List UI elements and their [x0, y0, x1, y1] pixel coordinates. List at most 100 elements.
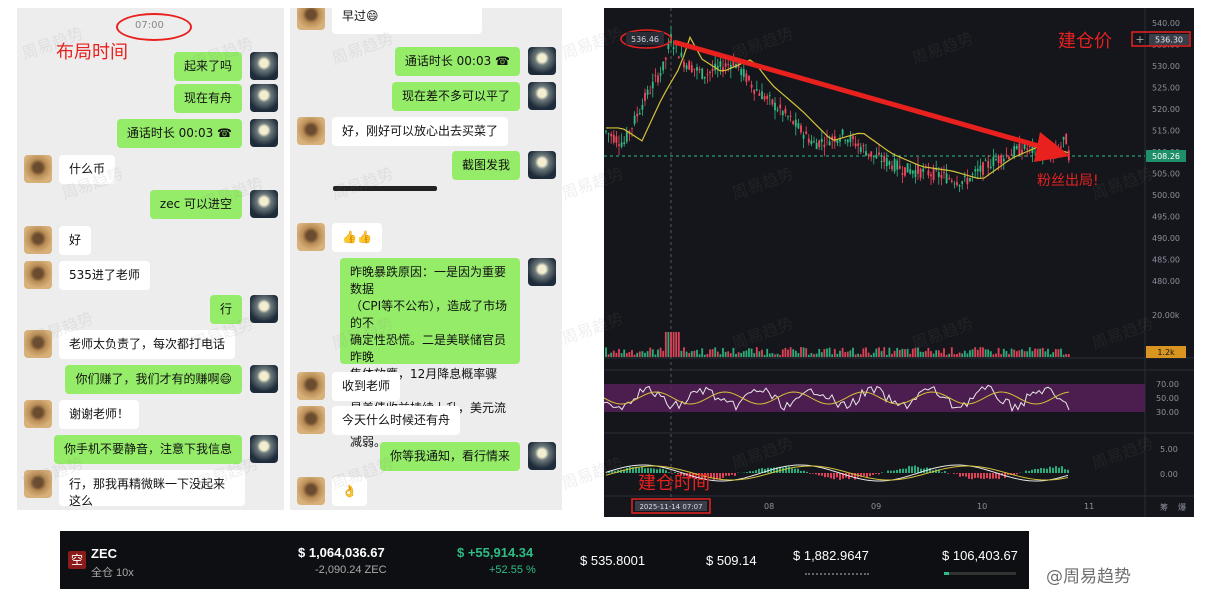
avatar[interactable]: [250, 435, 278, 463]
message-bubble[interactable]: 👍👍: [332, 223, 382, 252]
avatar[interactable]: [297, 223, 325, 251]
symbol[interactable]: ZEC: [91, 546, 117, 561]
volume-bar: [807, 354, 810, 357]
volume-bar: [836, 353, 839, 357]
message-bubble[interactable]: 👌: [332, 477, 367, 506]
avatar[interactable]: [528, 258, 556, 286]
message-bubble[interactable]: 你等我通知，看行情来: [379, 442, 520, 471]
position-bar[interactable]: 空 ZEC 全仓 10x $ 1,064,036.67 -2,090.24 ZE…: [60, 531, 1029, 589]
message-row: 收到老师: [290, 372, 562, 402]
macd-bar: [995, 473, 997, 479]
volume-bar: [719, 354, 722, 357]
avatar[interactable]: [24, 155, 52, 183]
message-bubble[interactable]: 通话时长 00:03 ☎: [394, 47, 520, 76]
volume-bar: [883, 347, 886, 357]
macd-bar: [866, 473, 868, 478]
message-bubble[interactable]: 现在差不多可以平了: [391, 82, 520, 111]
avatar[interactable]: [250, 190, 278, 218]
candle-body: [745, 73, 748, 82]
avatar[interactable]: [297, 117, 325, 145]
avatar[interactable]: [528, 151, 556, 179]
avatar[interactable]: [528, 442, 556, 470]
avatar[interactable]: [297, 8, 325, 30]
message-bubble[interactable]: 谢谢老师！: [59, 400, 140, 429]
volume-bar: [701, 348, 704, 357]
avatar[interactable]: [24, 400, 52, 428]
margin-mode: 全仓 10x: [91, 567, 134, 579]
avatar[interactable]: [528, 82, 556, 110]
message-bubble[interactable]: 老师太负责了，每次都打电话: [59, 330, 236, 359]
candle-body: [865, 151, 867, 156]
avatar[interactable]: [250, 365, 278, 393]
candle-body: [945, 173, 948, 184]
volume-bar: [737, 352, 740, 357]
message-bubble[interactable]: 你们赚了，我们才有的赚啊😄: [65, 365, 242, 394]
message-row: 👍👍: [290, 223, 562, 253]
avatar[interactable]: [297, 477, 325, 505]
avatar[interactable]: [24, 470, 52, 498]
message-bubble[interactable]: 起来了吗: [173, 52, 242, 81]
avatar[interactable]: [528, 47, 556, 75]
rsi-axis: 70.00 50.00 30.00: [1156, 380, 1179, 417]
volume-bar: [1062, 354, 1065, 357]
macd-bar: [914, 465, 916, 473]
volume-bar: [771, 353, 774, 357]
message-bubble[interactable]: 好: [59, 226, 92, 255]
message-bubble[interactable]: 535进了老师: [59, 261, 150, 290]
volume-bar: [761, 349, 763, 357]
message-bubble[interactable]: 行，那我再精微眯一下没起来这么 早过😄: [59, 470, 245, 508]
pnl-percent: +52.55 %: [489, 564, 536, 576]
candle-body: [620, 142, 623, 147]
avatar[interactable]: [297, 406, 325, 434]
candle-body: [813, 141, 815, 143]
candle-body: [969, 178, 971, 182]
volume-bar: [862, 348, 865, 357]
message-bubble[interactable]: 早过😄: [332, 8, 482, 34]
volume-bar: [711, 349, 714, 357]
macd-bar: [1025, 470, 1027, 473]
volume-bar: [1018, 350, 1021, 357]
candle-body: [904, 167, 906, 176]
message-bubble[interactable]: 行: [209, 295, 242, 324]
message-bubble[interactable]: 通话时长 00:03 ☎: [116, 119, 242, 148]
rsi-tick: 30.00: [1156, 408, 1179, 417]
rsi-tick: 50.00: [1156, 394, 1179, 403]
volume-bar: [852, 347, 854, 357]
message-bubble[interactable]: 今天什么时候还有舟: [332, 406, 461, 435]
corner-label-1[interactable]: 筹: [1160, 502, 1168, 512]
candle-body: [802, 134, 805, 139]
avatar[interactable]: [24, 261, 52, 289]
message-bubble[interactable]: zec 可以进空: [149, 190, 242, 219]
avatar[interactable]: [250, 119, 278, 147]
avatar[interactable]: [250, 52, 278, 80]
macd-bar: [863, 473, 865, 476]
macd-bar: [752, 471, 754, 473]
message-row: 你们赚了，我们才有的赚啊😄: [17, 365, 284, 395]
time-tick: 11: [1084, 502, 1094, 511]
message-bubble[interactable]: 你手机不要静音，注意下我信息: [53, 435, 242, 464]
candle-body: [781, 111, 784, 116]
volume-bar: [995, 353, 997, 357]
candle-body: [633, 115, 636, 124]
candle-body: [685, 65, 688, 70]
volume-bar: [774, 354, 776, 357]
message-bubble[interactable]: 昨晚暴跌原因：一是因为重要数据 （CPI等不公布），造成了市场的不 确定性恐慌。…: [340, 258, 520, 449]
macd-bar: [629, 466, 631, 473]
message-bubble[interactable]: 好，刚好可以放心出去买菜了: [332, 117, 509, 146]
message-bubble[interactable]: 什么币: [59, 155, 116, 184]
volume-bar: [937, 350, 940, 357]
avatar[interactable]: [297, 372, 325, 400]
message-bubble[interactable]: 截图发我: [451, 151, 520, 180]
plus-icon[interactable]: +: [1135, 33, 1144, 46]
corner-label-2[interactable]: 爆: [1178, 502, 1186, 512]
avatar[interactable]: [250, 295, 278, 323]
message-bubble[interactable]: 收到老师: [332, 372, 401, 401]
message-row: 现在有舟: [17, 84, 284, 114]
message-bubble[interactable]: 现在有舟: [173, 84, 242, 113]
avatar[interactable]: [250, 84, 278, 112]
macd-bar: [830, 473, 832, 479]
avatar[interactable]: [24, 226, 52, 254]
avatar[interactable]: [24, 330, 52, 358]
candle-body: [677, 56, 680, 59]
candle-body: [1026, 148, 1029, 150]
